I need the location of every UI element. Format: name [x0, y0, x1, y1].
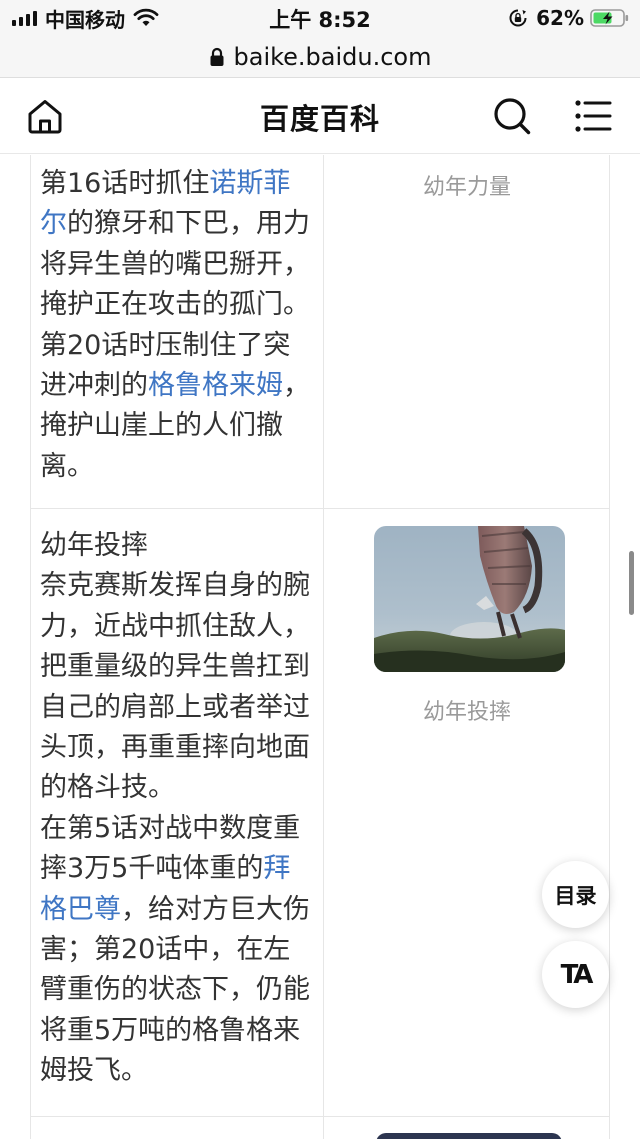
text-line: 进冲刺的格鲁格来姆， [40, 366, 316, 406]
entry-link[interactable]: 尔 [40, 208, 67, 239]
text-line: 力，近战中抓住敌人， [40, 607, 316, 647]
text-segment: ，给对方巨大伤 [121, 893, 310, 925]
text-line: 第16话时抓住诺斯菲 [40, 164, 316, 204]
text-segment: 的獠牙和下巴，用力 [67, 208, 310, 240]
text-segment: 力，近战中抓住敌人， [40, 610, 310, 642]
text-line: 害；第20话中，在左 [40, 930, 316, 970]
text-segment: 第20话时压制住了突 [40, 329, 291, 361]
next-row-image[interactable] [376, 1133, 562, 1139]
text-line: 头顶，再重重摔向地面 [40, 728, 316, 768]
text-line: 臂重伤的状态下，仍能 [40, 970, 316, 1010]
row-divider [30, 508, 610, 509]
text-line: 摔3万5千吨体重的拜 [40, 849, 316, 889]
text-segment: 幼年投摔 [40, 530, 148, 561]
ta-label: TA [560, 959, 594, 990]
text-segment: 将重5万吨的格鲁格来 [40, 1014, 301, 1046]
text-segment: 的格斗技。 [40, 772, 175, 804]
image-caption: 幼年力量 [422, 175, 511, 200]
address-bar[interactable]: baike.baidu.com [0, 36, 640, 78]
text-segment: 自己的肩部上或者举过 [40, 691, 310, 723]
text-line: 姆投飞。 [40, 1051, 316, 1091]
toc-label: 目录 [554, 883, 597, 908]
text-line: 在第5话对战中数度重 [40, 809, 316, 849]
text-line: 将重5万吨的格鲁格来 [40, 1011, 316, 1051]
status-right: 62% [508, 6, 630, 30]
text-segment: 掩护正在攻击的孤门。 [40, 289, 310, 321]
table-border-right [609, 155, 610, 1139]
text-line: 将异生兽的嘴巴掰开， [40, 245, 316, 285]
table-row-description: 幼年投摔奈克赛斯发挥自身的腕 力，近战中抓住敌人， 把重量级的异生兽扛到 自己的肩部上… [40, 526, 316, 1092]
table-column-divider [323, 155, 324, 1139]
text-segment: ， [283, 370, 310, 402]
menu-icon[interactable] [574, 98, 612, 134]
skill-image[interactable] [374, 526, 565, 672]
ta-button[interactable]: TA [542, 941, 609, 1008]
text-line: 掩护山崖上的人们撤 [40, 406, 316, 446]
row-divider [30, 1116, 610, 1117]
entry-link[interactable]: 格巴尊 [40, 894, 121, 925]
battery-charging-icon [590, 9, 629, 27]
site-title[interactable]: 百度百科 [0, 96, 640, 138]
table-border-left [30, 155, 31, 1139]
text-segment: 臂重伤的状态下，仍能 [40, 974, 310, 1006]
entry-link[interactable]: 格鲁格来姆 [148, 370, 283, 401]
text-segment: 摔3万5千吨体重的 [40, 853, 264, 885]
text-segment: 头顶，再重重摔向地面 [40, 732, 310, 764]
text-line: 格巴尊，给对方巨大伤 [40, 890, 316, 930]
image-caption: 幼年投摔 [422, 700, 511, 725]
text-segment: 离。 [40, 450, 94, 482]
text-segment: 姆投飞。 [40, 1055, 148, 1087]
entry-link[interactable]: 拜 [263, 853, 290, 884]
scrollbar[interactable] [629, 551, 634, 615]
text-line: 掩护正在攻击的孤门。 [40, 285, 316, 325]
text-segment: 将异生兽的嘴巴掰开， [40, 248, 310, 280]
rotation-lock-icon [509, 9, 527, 27]
site-header: 百度百科 [0, 78, 640, 154]
url-text[interactable]: baike.baidu.com [234, 43, 432, 71]
text-segment: 把重量级的异生兽扛到 [40, 651, 310, 683]
text-segment: 第16话时抓住 [40, 168, 210, 199]
text-segment: 进冲刺的 [40, 370, 148, 402]
table-row-description: 第16话时抓住诺斯菲 尔的獠牙和下巴，用力 将异生兽的嘴巴掰开， 掩护正在攻击的孤门。… [40, 164, 316, 487]
entry-link[interactable]: 诺斯菲 [209, 168, 290, 199]
text-line: 奈克赛斯发挥自身的腕 [40, 566, 316, 606]
text-line: 把重量级的异生兽扛到 [40, 647, 316, 687]
text-line: 幼年投摔 [40, 526, 316, 566]
text-line: 的格斗技。 [40, 768, 316, 808]
skills-table: 第16话时抓住诺斯菲 尔的獠牙和下巴，用力 将异生兽的嘴巴掰开， 掩护正在攻击的孤门。… [0, 155, 640, 1139]
lock-icon [210, 47, 223, 66]
text-line: 离。 [40, 447, 316, 487]
text-line: 尔的獠牙和下巴，用力 [40, 204, 316, 244]
text-line: 自己的肩部上或者举过 [40, 688, 316, 728]
text-line: 第20话时压制住了突 [40, 326, 316, 366]
search-icon[interactable] [492, 96, 532, 136]
text-segment: 害；第20话中，在左 [40, 934, 291, 966]
battery-percent: 62% [536, 6, 584, 30]
table-of-contents-button[interactable]: 目录 [542, 861, 609, 928]
text-segment: 掩护山崖上的人们撤 [40, 410, 283, 442]
text-segment: 在第5话对战中数度重 [40, 812, 301, 844]
text-segment: 奈克赛斯发挥自身的腕 [40, 570, 310, 602]
status-bar: 中国移动 上午 8:52 62% [0, 0, 640, 36]
